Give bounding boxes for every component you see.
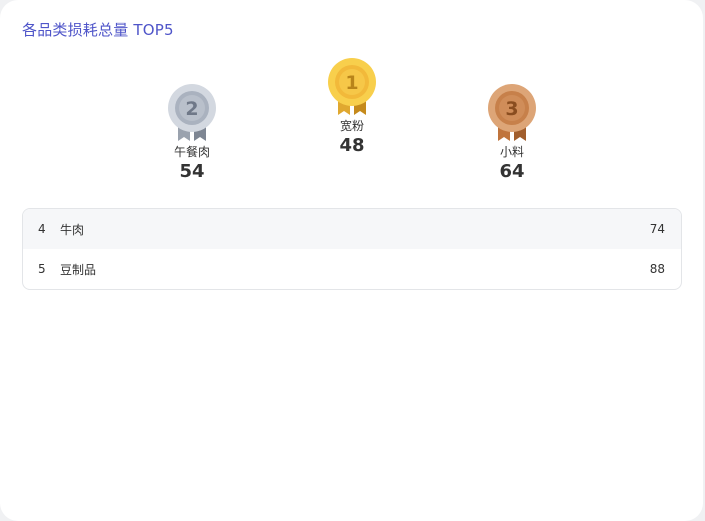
list-item: 4 牛肉 74 xyxy=(23,209,681,249)
list-item-name: 牛肉 xyxy=(60,222,85,237)
podium-value: 64 xyxy=(499,161,525,182)
silver-medal-icon: 2 xyxy=(168,84,216,141)
podium-item-rank-2: 2 午餐肉 54 xyxy=(142,84,242,183)
gold-medal-icon: 1 xyxy=(328,58,376,115)
list-item-value: 88 xyxy=(649,262,665,276)
podium-name: 宽粉 xyxy=(339,119,364,133)
medal-rank-number: 1 xyxy=(345,72,358,94)
podium-name: 午餐肉 xyxy=(173,145,210,159)
rank-list: 4 牛肉 74 5 豆制品 88 xyxy=(22,208,682,290)
medal-rank-number: 2 xyxy=(185,98,198,120)
podium-name: 小料 xyxy=(499,145,524,159)
podium-value: 48 xyxy=(339,135,365,156)
list-item-value: 74 xyxy=(649,222,665,236)
podium-value: 54 xyxy=(179,161,205,182)
podium-item-rank-3: 3 小料 64 xyxy=(462,84,562,183)
card-title: 各品类损耗总量 TOP5 xyxy=(22,21,174,39)
list-item-rank: 4 xyxy=(38,222,46,236)
list-item-rank: 5 xyxy=(38,262,46,276)
ranking-card: 各品类损耗总量 TOP5 2 午餐肉 54 1 宽粉 48 3 小料 64 4 … xyxy=(0,0,703,521)
bronze-medal-icon: 3 xyxy=(488,84,536,141)
podium-item-rank-1: 1 宽粉 48 xyxy=(302,58,402,157)
list-item: 5 豆制品 88 xyxy=(23,249,681,289)
medal-rank-number: 3 xyxy=(505,98,518,120)
list-item-name: 豆制品 xyxy=(60,262,97,277)
